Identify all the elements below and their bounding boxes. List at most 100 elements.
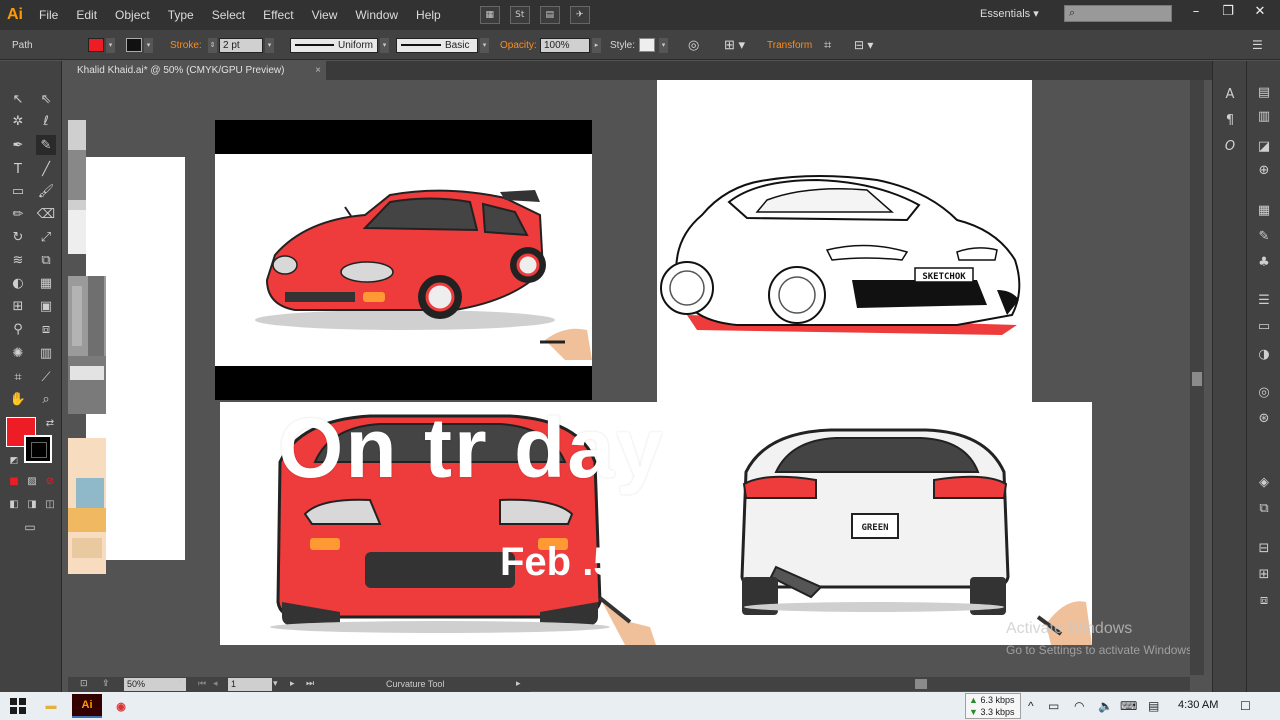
minimize-button[interactable]: – [1180,0,1212,22]
artboard-dropdown[interactable]: ▾ [273,678,278,689]
pencil-tool-icon[interactable]: ✏ [8,204,28,224]
arrange-icon[interactable]: ⊟ ▾ [854,38,873,52]
draw-inside-icon[interactable]: ◫ [40,494,60,514]
chrome-taskbar-icon[interactable]: ◉ [106,694,136,718]
rotate-tool-icon[interactable]: ↻ [8,227,28,247]
bridge-icon[interactable]: ▦ [479,6,500,24]
vertical-scroll-thumb[interactable] [1192,372,1202,386]
paintbrush-tool-icon[interactable]: 🖌 [36,181,56,201]
screen-mode-icon[interactable]: ▭ [20,517,40,537]
menu-type[interactable]: Type [159,0,203,30]
stroke-panel-icon[interactable]: ☰ [1254,291,1274,309]
taskbar-clock[interactable]: 4:30 AM [1178,699,1218,711]
eyedropper-tool-icon[interactable]: ⚲ [8,319,28,339]
artboard-tool-icon[interactable]: ⌗ [8,367,28,387]
draw-normal-icon[interactable]: ◧ [4,494,24,514]
lasso-tool-icon[interactable]: ℓ [36,111,56,131]
opentype-panel-icon[interactable]: O [1220,137,1240,155]
scale-tool-icon[interactable]: ⤢ [36,227,56,247]
width-tool-icon[interactable]: ≋ [8,250,28,270]
perspective-grid-tool-icon[interactable]: ▦ [36,273,56,293]
vertical-scrollbar[interactable] [1190,80,1204,675]
slice-tool-icon[interactable]: ⟋ [36,367,56,387]
workspace-switcher[interactable]: Essentials ▾ [980,7,1039,20]
paragraph-panel-icon[interactable]: ¶ [1220,111,1240,129]
layers-panel-icon[interactable]: ◈ [1254,473,1274,491]
isolate-icon[interactable]: ⌗ [824,37,831,53]
graphic-styles-panel-icon[interactable]: ⊛ [1254,409,1274,427]
symbols-panel-icon[interactable]: ♣ [1254,253,1274,271]
transparency-panel-icon[interactable]: ◑ [1254,345,1274,363]
recolor-artwork-icon[interactable]: ◎ [688,37,699,53]
brushes-panel-icon[interactable]: ✎ [1254,227,1274,245]
stroke-dropdown[interactable]: ▾ [144,37,153,53]
artboards-panel-icon[interactable]: ⧉ [1254,499,1274,517]
brush-definition[interactable]: Basic [396,37,478,53]
default-colors-icon[interactable]: ◩ [4,451,24,471]
artboard-canvas[interactable]: SKETCHOK GREEN [68,80,1190,675]
opacity-field[interactable]: 100% [540,37,590,53]
variable-width-profile[interactable]: Uniform [290,37,378,53]
windows-start-icon[interactable] [0,692,36,720]
navigator-panel-icon[interactable]: ⊕ [1254,161,1274,179]
search-input[interactable]: ⌕ [1064,5,1172,22]
restore-button[interactable]: ❐ [1212,0,1244,22]
zoom-level-field[interactable]: 50% [124,678,186,691]
swatches-panel-icon[interactable]: ▦ [1254,201,1274,219]
prev-artboard-button[interactable]: ◂ [213,678,218,689]
illustrator-taskbar-icon[interactable]: Ai [72,694,102,718]
next-artboard-button[interactable]: ▸ [290,678,295,689]
status-menu-arrow[interactable]: ▸ [516,678,521,689]
zoom-tool-icon[interactable]: ⌕ [36,389,56,409]
file-explorer-icon[interactable]: ▬ [36,694,66,718]
transform-link[interactable]: Transform [767,40,812,51]
menu-view[interactable]: View [303,0,347,30]
symbol-sprayer-tool-icon[interactable]: ✺ [8,343,28,363]
mesh-tool-icon[interactable]: ⊞ [8,296,28,316]
keyboard-icon[interactable]: ▤ [1148,692,1159,720]
language-icon[interactable]: ⌨ [1120,692,1137,720]
stroke-label[interactable]: Stroke: [170,40,202,51]
appearance-panel-icon[interactable]: ◎ [1254,383,1274,401]
pen-tool-icon[interactable]: ✒ [8,135,28,155]
notification-center-icon[interactable]: ☐ [1240,692,1251,720]
stroke-swatch[interactable] [24,435,52,463]
volume-icon[interactable]: 🔈 [1098,692,1113,720]
selection-tool-icon[interactable]: ↖ [8,89,28,109]
shape-builder-tool-icon[interactable]: ◐ [8,273,28,293]
align-panel-icon[interactable]: ⊟ [1254,539,1274,557]
horizontal-scroll-thumb[interactable] [915,679,927,689]
stock-icon[interactable]: St [509,6,530,24]
close-button[interactable]: ✕ [1244,0,1276,22]
menu-edit[interactable]: Edit [67,0,106,30]
fill-dropdown[interactable]: ▾ [106,37,115,53]
pathfinder-panel-icon[interactable]: ⊞ [1254,565,1274,583]
battery-icon[interactable]: ▭ [1048,692,1059,720]
opacity-arrow[interactable]: ▸ [592,37,601,53]
gradient-tool-icon[interactable]: ▣ [36,296,56,316]
artboard-number-field[interactable]: 1 [228,678,272,691]
menu-select[interactable]: Select [203,0,254,30]
gradient-mode-icon[interactable]: ▨ [22,471,42,491]
style-dropdown[interactable]: ▾ [659,37,669,53]
stroke-stepper[interactable]: ⇕ [208,37,217,53]
wifi-icon[interactable]: ◠ [1074,692,1084,720]
character-panel-icon[interactable]: A [1220,85,1240,103]
menu-help[interactable]: Help [407,0,450,30]
column-graph-tool-icon[interactable]: ▥ [36,343,56,363]
stroke-weight-field[interactable]: 2 pt [219,37,263,53]
first-artboard-button[interactable]: ⏮ [198,678,206,689]
properties-panel-icon[interactable]: ▤ [1254,83,1274,101]
color-mode-icon[interactable]: ■ [4,471,24,491]
panel-menu-icon[interactable]: ☰ [1252,38,1263,52]
hand-tool-icon[interactable]: ✋ [8,389,28,409]
zoom-dropdown[interactable]: ▾ [178,678,183,689]
menu-effect[interactable]: Effect [254,0,302,30]
gpu-performance-icon[interactable]: ✈ [569,6,590,24]
transform-panel-icon[interactable]: ⧈ [1254,591,1274,609]
align-icon[interactable]: ⊞ ▾ [724,37,745,53]
rectangle-tool-icon[interactable]: ▭ [8,181,28,201]
none-mode-icon[interactable]: ⊘ [40,471,60,491]
swap-fill-stroke-icon[interactable]: ⇄ [40,413,60,433]
line-tool-icon[interactable]: ╱ [36,159,56,179]
